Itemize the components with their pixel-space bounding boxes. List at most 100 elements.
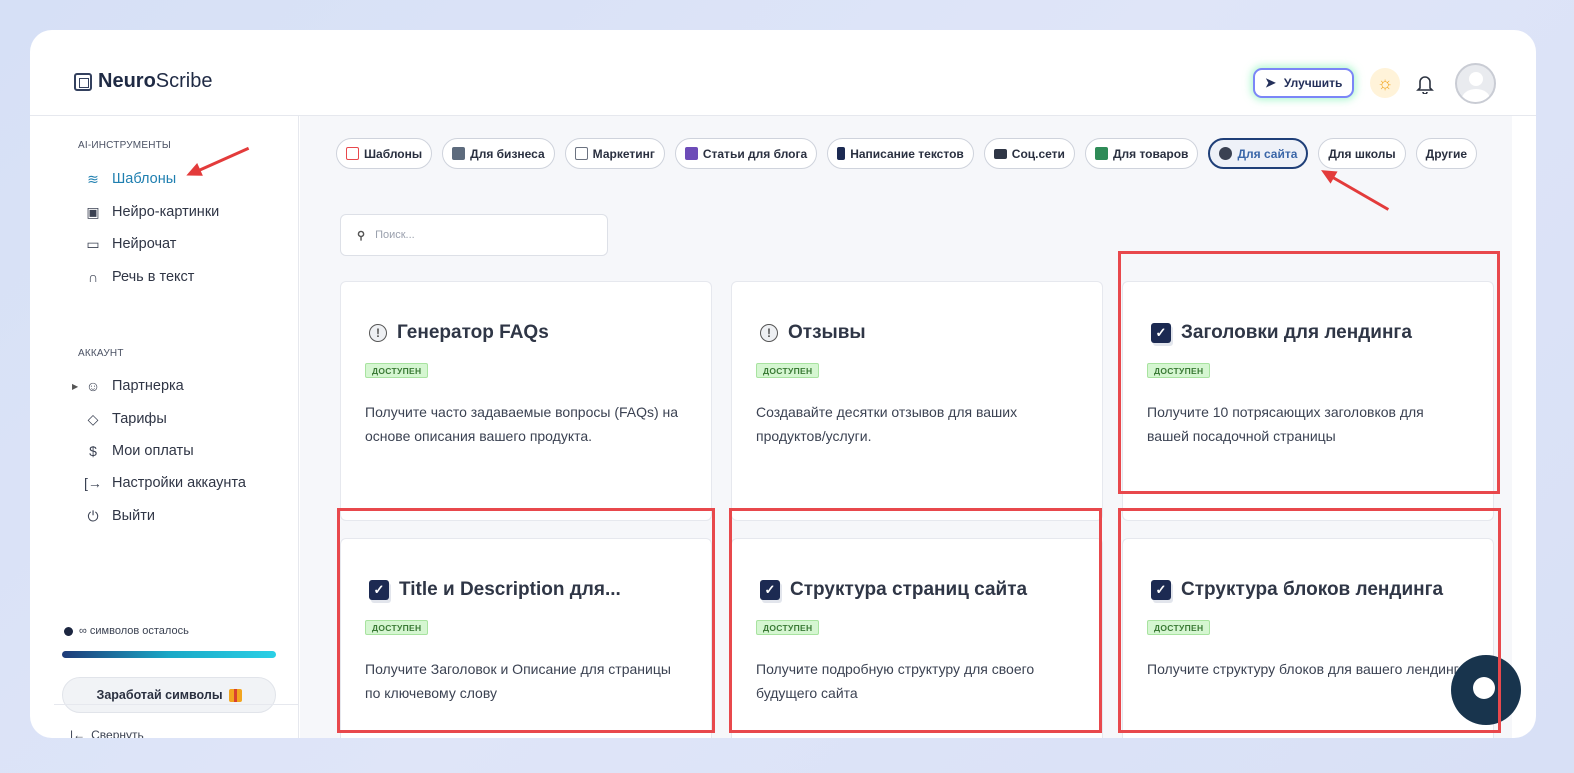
laptop-icon: [993, 148, 1007, 159]
chip-label: Маркетинг: [592, 146, 655, 161]
dollar-icon: $: [89, 443, 97, 459]
chip-templates[interactable]: Шаблоны: [336, 138, 433, 169]
collapse-button[interactable]: |← Свернуть: [70, 728, 144, 738]
status-badge: ДОСТУПЕН: [1147, 363, 1211, 378]
chip-label: Другие: [1425, 146, 1468, 161]
sidebar-item-templates[interactable]: ≋ Шаблоны: [84, 168, 176, 190]
divider: [54, 704, 299, 705]
sidebar-item-neuro-images[interactable]: ▣ Нейро-картинки: [84, 201, 219, 223]
tag-icon: ◇: [87, 410, 99, 427]
sidebar-item-label: Выйти: [112, 508, 155, 524]
ledger-icon: [1094, 147, 1108, 160]
card-title: ✓ Title и Description для...: [369, 579, 621, 601]
card-title: ! Генератор FAQs: [369, 322, 549, 344]
sidebar-item-account-settings[interactable]: [→ Настройки аккаунта: [84, 472, 246, 494]
sidebar-item-label: Партнерка: [112, 378, 184, 394]
upgrade-button[interactable]: ➤ Улучшить: [1253, 68, 1355, 98]
collapse-icon: |←: [70, 728, 86, 738]
power-icon: ⏻: [87, 507, 99, 524]
sidebar-item-partners[interactable]: ▶ ☺ Партнерка: [72, 375, 184, 397]
template-card-landing-headlines[interactable]: ✓ Заголовки для лендинга ДОСТУПЕН Получи…: [1122, 281, 1494, 521]
sidebar-item-label: Мои оплаты: [112, 443, 194, 459]
status-badge: ДОСТУПЕН: [1147, 620, 1211, 635]
avatar[interactable]: [1455, 63, 1496, 104]
chip-business[interactable]: Для бизнеса: [442, 138, 555, 169]
checkbox-icon: ✓: [1151, 323, 1171, 343]
caret-right-icon[interactable]: ▶: [72, 382, 78, 391]
card-title-text: Title и Description для...: [399, 579, 621, 600]
card-title-text: Структура страниц сайта: [790, 579, 1028, 600]
card-description: Создавайте десятки отзывов для ваших про…: [756, 404, 1018, 444]
template-card-site-structure[interactable]: ✓ Структура страниц сайта ДОСТУПЕН Получ…: [731, 538, 1103, 738]
chip-products[interactable]: Для товаров: [1084, 138, 1199, 169]
earn-symbols-button[interactable]: Заработай символы: [62, 677, 276, 713]
chip-marketing[interactable]: Маркетинг: [564, 138, 665, 169]
card-title: ✓ Структура блоков лендинга: [1151, 579, 1443, 601]
sidebar-item-speech-to-text[interactable]: ∩ Речь в текст: [84, 266, 194, 288]
sidebar-item-label: Шаблоны: [112, 171, 177, 187]
collapse-label: Свернуть: [91, 728, 144, 738]
status-dot: [64, 626, 73, 636]
chip-label: Соц.сети: [1011, 146, 1065, 161]
chip-blog-articles[interactable]: Статьи для блога: [674, 138, 818, 169]
app-window: NeuroScribe ➤ Улучшить ☼ AI-ИНСТРУМЕНТЫ …: [30, 30, 1536, 738]
logo-name-bold: Neuro: [98, 70, 156, 92]
category-chips: Шаблоны Для бизнеса Маркетинг Статьи для…: [336, 138, 1478, 169]
sidebar-item-payments[interactable]: $ Мои оплаты: [84, 440, 194, 462]
symbols-remaining: ∞ символов осталось: [64, 625, 189, 637]
card-description: Получите часто задаваемые вопросы (FAQs)…: [365, 404, 679, 444]
card-title: ✓ Структура страниц сайта: [760, 579, 1027, 601]
image-icon: ▣: [86, 203, 100, 220]
sidebar-item-logout[interactable]: ⏻ Выйти: [84, 505, 155, 527]
chip-other[interactable]: Другие: [1415, 138, 1478, 169]
sidebar: AI-ИНСТРУМЕНТЫ ≋ Шаблоны ▣ Нейро-картинк…: [54, 116, 299, 738]
info-icon: !: [760, 324, 778, 342]
template-card-landing-blocks[interactable]: ✓ Структура блоков лендинга ДОСТУПЕН Пол…: [1122, 538, 1494, 738]
layers-icon: ≋: [87, 170, 99, 187]
card-description: Получите структуру блоков для вашего лен…: [1147, 661, 1467, 677]
chip-label: Для бизнеса: [470, 146, 545, 161]
template-card-faq[interactable]: ! Генератор FAQs ДОСТУПЕН Получите часто…: [340, 281, 712, 521]
checkbox-icon: ✓: [760, 580, 780, 600]
mask-icon: [1219, 147, 1233, 160]
card-title: ! Отзывы: [760, 322, 866, 344]
chip-copywriting[interactable]: Написание текстов: [827, 138, 974, 169]
search-icon: ⚲: [357, 229, 366, 242]
chip-label: Шаблоны: [364, 146, 423, 161]
template-card-title-description[interactable]: ✓ Title и Description для... ДОСТУПЕН По…: [340, 538, 712, 738]
theme-toggle-sun-icon[interactable]: ☼: [1370, 68, 1400, 98]
card-description: Получите подробную структуру для своего …: [756, 661, 1035, 701]
headphones-icon: ∩: [87, 269, 99, 285]
chip-website[interactable]: Для сайта: [1208, 138, 1309, 169]
card-title-text: Генератор FAQs: [397, 322, 549, 343]
document-icon: [452, 147, 466, 160]
bell-icon[interactable]: [1413, 70, 1437, 98]
logout-icon: [→: [84, 475, 102, 491]
logo[interactable]: NeuroScribe: [74, 70, 213, 93]
chip-label: Для школы: [1328, 146, 1396, 161]
chip-school[interactable]: Для школы: [1318, 138, 1406, 169]
card-description: Получите 10 потрясающих заголовков для в…: [1147, 404, 1424, 444]
chat-widget-button[interactable]: [1451, 655, 1521, 725]
rocket-icon: ➤: [1265, 75, 1276, 90]
chip-label: Написание текстов: [850, 146, 964, 161]
top-header: NeuroScribe ➤ Улучшить ☼: [30, 30, 1536, 116]
upgrade-label: Улучшить: [1283, 76, 1343, 90]
checkbox-icon: ✓: [1151, 580, 1171, 600]
status-badge: ДОСТУПЕН: [756, 620, 820, 635]
sidebar-item-label: Настройки аккаунта: [112, 475, 246, 491]
sidebar-item-tariffs[interactable]: ◇ Тарифы: [84, 408, 167, 430]
checkbox-icon: ✓: [369, 580, 389, 600]
memo-icon: [574, 147, 588, 160]
sidebar-item-neurochat[interactable]: ▭ Нейрочат: [84, 233, 176, 255]
chat-icon: ▭: [86, 235, 100, 252]
search-placeholder: Поиск...: [375, 229, 415, 241]
chip-label: Для сайта: [1237, 146, 1298, 161]
chip-label: Для товаров: [1112, 146, 1189, 161]
card-title: ✓ Заголовки для лендинга: [1151, 322, 1412, 344]
chip-social[interactable]: Соц.сети: [983, 138, 1075, 169]
sidebar-item-label: Тарифы: [112, 411, 167, 427]
template-card-reviews[interactable]: ! Отзывы ДОСТУПЕН Создавайте десятки отз…: [731, 281, 1103, 521]
search-input[interactable]: ⚲ Поиск...: [340, 214, 608, 256]
card-title-text: Структура блоков лендинга: [1181, 579, 1444, 600]
